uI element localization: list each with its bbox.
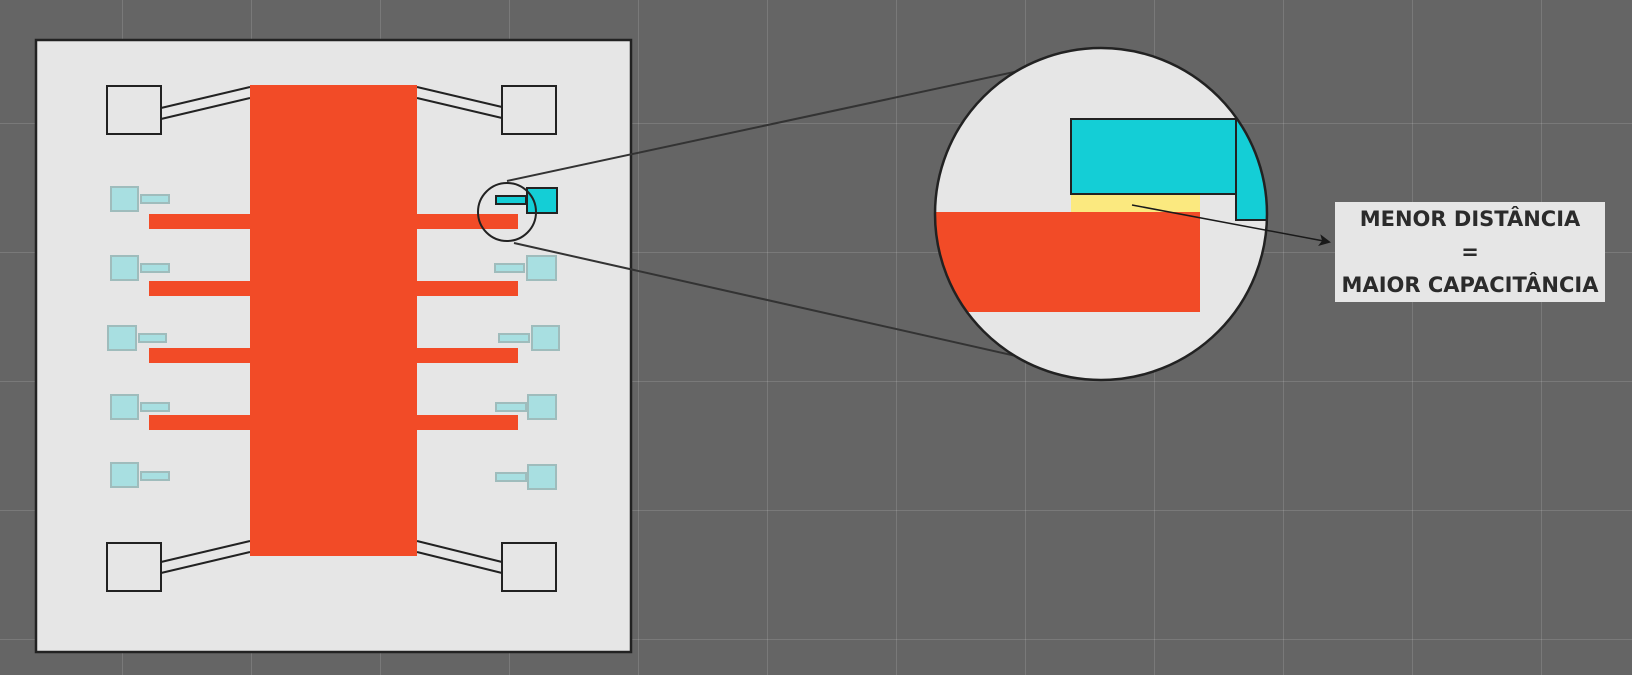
caption-box: MENOR DISTÂNCIA = MAIOR CAPACITÂNCIA: [1335, 202, 1605, 302]
capacitance-diagram: [34, 38, 1331, 654]
caption-line-3: MAIOR CAPACITÂNCIA: [1341, 272, 1599, 297]
zoom-cyan-pad: [1235, 118, 1267, 221]
central-copper-body: [250, 85, 417, 556]
caption-line-2: =: [1461, 239, 1479, 264]
caption-line-1: MENOR DISTÂNCIA: [1359, 206, 1581, 231]
zoom-gap-highlight: [1071, 194, 1200, 212]
zoom-cyan-plate: [1070, 118, 1238, 195]
zoomed-view: [933, 46, 1269, 382]
zoom-red-finger: [935, 212, 1200, 312]
